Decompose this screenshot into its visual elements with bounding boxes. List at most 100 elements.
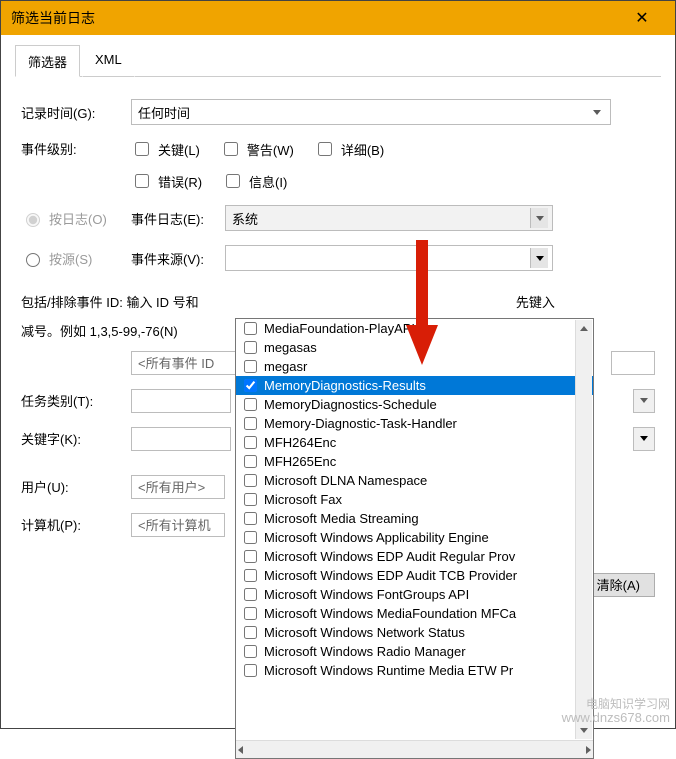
radio-by-source[interactable]: 按源(S)	[21, 249, 131, 268]
input-task-category[interactable]	[131, 389, 231, 413]
source-item[interactable]: Memory-Diagnostic-Task-Handler	[236, 414, 593, 433]
radio-by-log: 按日志(O)	[21, 209, 131, 228]
chevron-down-icon	[588, 102, 606, 122]
close-button[interactable]: ✕	[619, 8, 665, 28]
label-event-source: 事件来源(V):	[131, 249, 225, 268]
tab-filter[interactable]: 筛选器	[15, 45, 80, 77]
source-item-checkbox[interactable]	[244, 550, 257, 563]
label-computer: 计算机(P):	[21, 515, 131, 534]
event-source-dropdown[interactable]: MediaFoundation-PlayAPI megasas megasr Memo…	[235, 318, 594, 759]
source-item-label: Microsoft Windows Applicability Engine	[264, 530, 489, 545]
source-item-label: Microsoft Media Streaming	[264, 511, 419, 526]
chevron-down-icon	[530, 208, 548, 228]
drop-task-category[interactable]	[633, 389, 655, 413]
source-item-checkbox[interactable]	[244, 417, 257, 430]
label-event-level: 事件级别:	[21, 139, 131, 158]
select-record-time-value: 任何时间	[138, 103, 190, 122]
source-item[interactable]: Microsoft Windows Applicability Engine	[236, 528, 593, 547]
scroll-up-button[interactable]	[576, 320, 592, 337]
drop-keywords[interactable]	[633, 427, 655, 451]
chevron-down-icon	[530, 248, 548, 268]
source-item-checkbox[interactable]	[244, 322, 257, 335]
source-item-checkbox[interactable]	[244, 398, 257, 411]
source-item[interactable]: Microsoft Windows Network Status	[236, 623, 593, 642]
select-event-log-value: 系统	[232, 209, 258, 228]
select-event-log[interactable]: 系统	[225, 205, 553, 231]
select-event-source[interactable]	[225, 245, 553, 271]
input-computer[interactable]: <所有计算机	[131, 513, 225, 537]
source-item[interactable]: Microsoft Windows Radio Manager	[236, 642, 593, 661]
source-item-checkbox[interactable]	[244, 645, 257, 658]
source-item-label: Memory-Diagnostic-Task-Handler	[264, 416, 457, 431]
source-item[interactable]: MFH264Enc	[236, 433, 593, 452]
source-item[interactable]: MemoryDiagnostics-Results	[236, 376, 593, 395]
chk-error[interactable]: 错误(R)	[131, 171, 202, 191]
source-item-checkbox[interactable]	[244, 455, 257, 468]
source-item[interactable]: MemoryDiagnostics-Schedule	[236, 395, 593, 414]
source-item-checkbox[interactable]	[244, 569, 257, 582]
source-item-checkbox[interactable]	[244, 607, 257, 620]
scrollbar-vertical[interactable]	[575, 320, 592, 739]
input-keywords[interactable]	[131, 427, 231, 451]
input-event-ids-ext[interactable]	[611, 351, 655, 375]
chk-info[interactable]: 信息(I)	[222, 171, 287, 191]
source-item-checkbox[interactable]	[244, 626, 257, 639]
source-item[interactable]: Microsoft Windows EDP Audit TCB Provider	[236, 566, 593, 585]
source-item-checkbox[interactable]	[244, 531, 257, 544]
source-item-label: Microsoft Windows MediaFoundation MFCa	[264, 606, 516, 621]
source-item-label: Microsoft Windows EDP Audit Regular Prov	[264, 549, 515, 564]
source-item-label: MemoryDiagnostics-Schedule	[264, 397, 437, 412]
source-item-checkbox[interactable]	[244, 360, 257, 373]
tab-xml[interactable]: XML	[82, 45, 135, 77]
source-item-label: Microsoft Fax	[264, 492, 342, 507]
source-item[interactable]: MediaFoundation-PlayAPI	[236, 319, 593, 338]
source-item-checkbox[interactable]	[244, 664, 257, 677]
source-item-checkbox[interactable]	[244, 588, 257, 601]
window-title: 筛选当前日志	[11, 8, 619, 28]
label-keywords: 关键字(K):	[21, 429, 131, 448]
source-item-label: MFH264Enc	[264, 435, 336, 450]
source-item-label: Microsoft Windows EDP Audit TCB Provider	[264, 568, 517, 583]
source-item-label: megasr	[264, 359, 307, 374]
source-item-label: Microsoft Windows Radio Manager	[264, 644, 466, 659]
scrollbar-horizontal[interactable]	[236, 740, 593, 758]
chk-critical[interactable]: 关键(L)	[131, 139, 200, 159]
scroll-right-button[interactable]	[586, 746, 591, 754]
source-item[interactable]: Microsoft Fax	[236, 490, 593, 509]
label-task-category: 任务类别(T):	[21, 391, 131, 410]
chk-warning[interactable]: 警告(W)	[220, 139, 294, 159]
select-record-time[interactable]: 任何时间	[131, 99, 611, 125]
source-item-checkbox[interactable]	[244, 436, 257, 449]
source-item-checkbox[interactable]	[244, 474, 257, 487]
source-item-label: Microsoft Windows Network Status	[264, 625, 465, 640]
source-item[interactable]: Microsoft Windows FontGroups API	[236, 585, 593, 604]
source-item-label: megasas	[264, 340, 317, 355]
tabset: 筛选器 XML	[15, 45, 661, 77]
source-item-label: MemoryDiagnostics-Results	[264, 378, 426, 393]
chk-verbose[interactable]: 详细(B)	[314, 139, 384, 159]
source-item[interactable]: Microsoft DLNA Namespace	[236, 471, 593, 490]
source-item[interactable]: megasas	[236, 338, 593, 357]
source-item-label: MFH265Enc	[264, 454, 336, 469]
source-item-label: Microsoft DLNA Namespace	[264, 473, 427, 488]
source-item[interactable]: Microsoft Windows EDP Audit Regular Prov	[236, 547, 593, 566]
source-item-checkbox[interactable]	[244, 379, 257, 392]
label-event-log: 事件日志(E):	[131, 209, 225, 228]
input-event-ids[interactable]: <所有事件 ID	[131, 351, 241, 375]
label-record-time: 记录时间(G):	[21, 103, 131, 122]
source-item-label: MediaFoundation-PlayAPI	[264, 321, 415, 336]
watermark: 电脑知识学习网 www.dnzs678.com	[562, 698, 670, 725]
scroll-left-button[interactable]	[238, 746, 243, 754]
source-item[interactable]: Microsoft Media Streaming	[236, 509, 593, 528]
input-user[interactable]: <所有用户>	[131, 475, 225, 499]
source-item[interactable]: Microsoft Windows MediaFoundation MFCa	[236, 604, 593, 623]
source-item[interactable]: Microsoft Windows Runtime Media ETW Pr	[236, 661, 593, 680]
source-item-checkbox[interactable]	[244, 493, 257, 506]
source-item-checkbox[interactable]	[244, 341, 257, 354]
source-item[interactable]: megasr	[236, 357, 593, 376]
source-item-label: Microsoft Windows FontGroups API	[264, 587, 469, 602]
source-item-checkbox[interactable]	[244, 512, 257, 525]
help-include-ids-1: 包括/排除事件 ID: 输入 ID 号和 先键入	[21, 293, 655, 314]
source-item[interactable]: MFH265Enc	[236, 452, 593, 471]
titlebar: 筛选当前日志 ✕	[1, 1, 675, 35]
